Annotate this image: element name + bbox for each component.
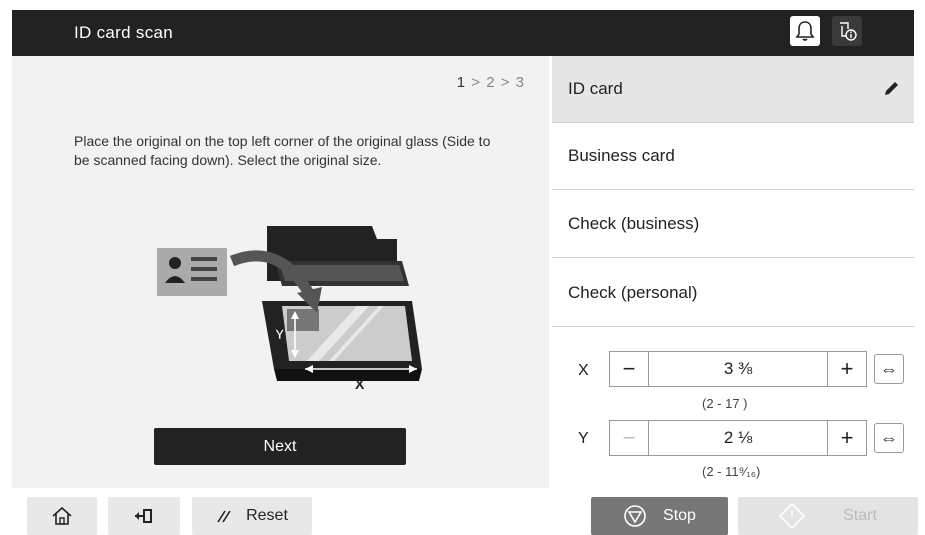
bell-icon [795, 21, 815, 41]
pencil-icon[interactable] [882, 80, 900, 98]
y-axis-label: Y [578, 430, 589, 447]
home-icon [52, 506, 72, 525]
reset-icon [217, 510, 231, 523]
instruction-panel: 1 > 2 > 3 Place the original on the top … [12, 56, 549, 488]
option-check-personal[interactable]: Check (personal) [552, 260, 914, 327]
logout-icon [135, 509, 152, 523]
title-bar: ID card scan [12, 10, 914, 56]
y-increase-button[interactable]: + [827, 421, 866, 455]
next-button[interactable]: Next [154, 428, 406, 465]
footer-bar: Reset Stop Start [0, 488, 925, 535]
x-axis-label: X [578, 362, 589, 379]
logout-button[interactable] [108, 497, 180, 535]
x-size-value[interactable]: 3 ⅜ [649, 352, 827, 386]
notification-button[interactable] [790, 16, 820, 46]
y-size-value[interactable]: 2 ⅛ [649, 421, 827, 455]
step-indicator: 1 > 2 > 3 [456, 74, 525, 91]
x-size-stepper: − 3 ⅜ + [609, 351, 867, 387]
swap-arrows-icon: ⇔ [880, 427, 898, 448]
x-range-text: (2 - 17 ) [702, 396, 748, 411]
y-range-text: (2 - 11⁹⁄₁₆) [702, 464, 761, 479]
svg-text:X: X [355, 376, 365, 391]
job-status-button[interactable] [832, 16, 862, 46]
y-swap-button[interactable]: ⇔ [874, 423, 904, 453]
svg-text:Y: Y [275, 326, 285, 342]
original-size-panel: ID card Business card Check (business) C… [552, 56, 914, 488]
option-check-business[interactable]: Check (business) [552, 191, 914, 258]
stop-button[interactable]: Stop [591, 497, 728, 535]
home-button[interactable] [27, 497, 97, 535]
x-swap-button[interactable]: ⇔ [874, 354, 904, 384]
stop-icon [624, 505, 646, 527]
option-business-card[interactable]: Business card [552, 123, 914, 190]
x-decrease-button[interactable]: − [610, 352, 649, 386]
start-icon [779, 503, 806, 529]
scanner-placement-illustration: X Y [157, 226, 422, 391]
job-info-icon [840, 22, 857, 41]
instruction-text: Place the original on the top left corne… [74, 133, 491, 168]
y-size-stepper: − 2 ⅛ + [609, 420, 867, 456]
screen-title: ID card scan [74, 23, 174, 42]
start-button[interactable]: Start [738, 497, 918, 535]
option-id-card[interactable]: ID card [552, 56, 914, 123]
x-increase-button[interactable]: + [827, 352, 866, 386]
y-decrease-button[interactable]: − [610, 421, 649, 455]
swap-arrows-icon: ⇔ [880, 358, 898, 379]
reset-button[interactable]: Reset [192, 497, 312, 535]
